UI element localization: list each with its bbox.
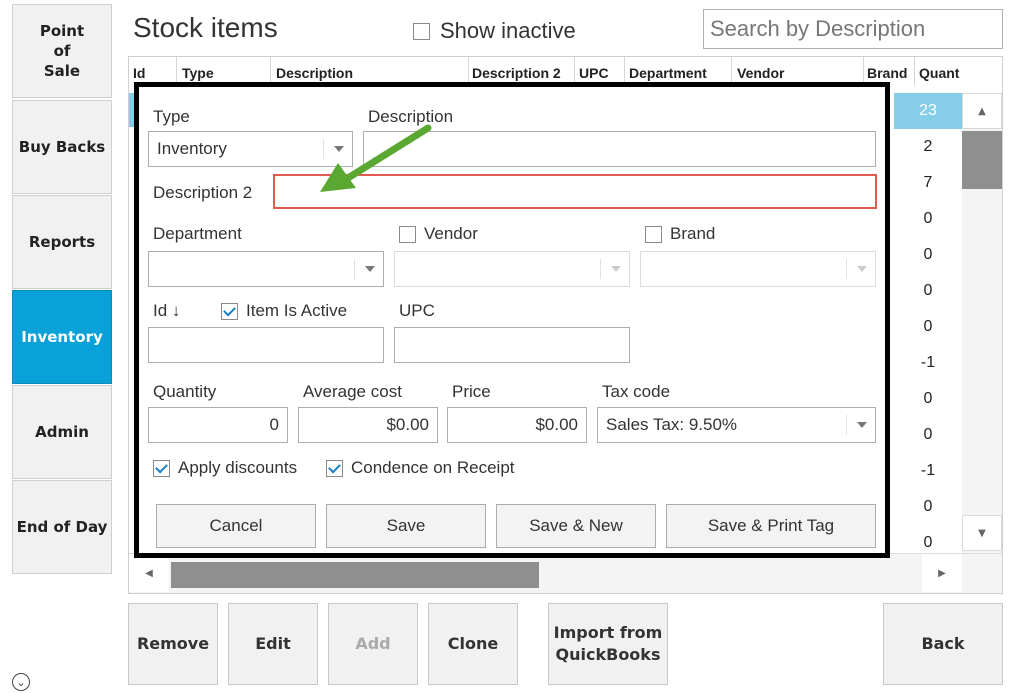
- tax-code-value: Sales Tax: 9.50%: [606, 415, 738, 434]
- brand-label: Brand: [670, 224, 716, 243]
- table-row-quantity[interactable]: 0: [894, 417, 962, 453]
- chevron-down-icon: [857, 266, 867, 272]
- remove-button[interactable]: Remove: [128, 603, 218, 685]
- department-label: Department: [153, 224, 242, 243]
- brand-checkbox[interactable]: [645, 225, 662, 243]
- apply-discounts-label: Apply discounts: [178, 458, 298, 477]
- table-row-quantity[interactable]: 0: [894, 489, 962, 525]
- condence-toggle[interactable]: Condence on Receipt: [326, 458, 515, 478]
- stock-item-form: Type Description Inventory Description 2…: [134, 82, 890, 558]
- horizontal-scroll-thumb[interactable]: [171, 562, 539, 588]
- table-row-quantity[interactable]: -1: [894, 345, 962, 381]
- cancel-button[interactable]: Cancel: [156, 504, 316, 548]
- description2-label: Description 2: [153, 183, 253, 202]
- table-row-quantity[interactable]: 0: [894, 381, 962, 417]
- condence-checkbox[interactable]: [326, 459, 343, 477]
- average-cost-label: Average cost: [303, 382, 402, 401]
- import-quickbooks-button[interactable]: Import from QuickBooks: [548, 603, 668, 685]
- table-row-quantity[interactable]: 0: [894, 201, 962, 237]
- brand-select[interactable]: [640, 251, 876, 287]
- upc-input[interactable]: [394, 327, 630, 363]
- upc-label: UPC: [399, 301, 435, 320]
- table-row-quantity[interactable]: 0: [894, 237, 962, 273]
- col-description[interactable]: Description: [276, 65, 353, 81]
- quantity-input[interactable]: 0: [148, 407, 288, 443]
- chevron-down-circle-icon[interactable]: ⌄: [12, 673, 30, 691]
- table-row-quantity[interactable]: 0: [894, 273, 962, 309]
- scroll-up-icon[interactable]: ▲: [962, 93, 1002, 129]
- chevron-down-icon: [611, 266, 621, 272]
- show-inactive-toggle[interactable]: Show inactive: [413, 18, 576, 44]
- nav-reports[interactable]: Reports: [12, 195, 112, 289]
- description2-input[interactable]: [273, 174, 877, 209]
- type-select[interactable]: Inventory: [148, 131, 353, 167]
- nav-admin[interactable]: Admin: [12, 385, 112, 479]
- col-description-2[interactable]: Description 2: [472, 65, 561, 81]
- nav-buy-backs[interactable]: Buy Backs: [12, 100, 112, 194]
- show-inactive-label: Show inactive: [440, 18, 576, 43]
- table-row-quantity[interactable]: 0: [894, 309, 962, 345]
- col-quantity[interactable]: Quant: [919, 65, 959, 81]
- quantity-label: Quantity: [153, 382, 217, 401]
- table-row-quantity[interactable]: -1: [894, 453, 962, 489]
- brand-toggle[interactable]: Brand: [645, 224, 715, 244]
- edit-button[interactable]: Edit: [228, 603, 318, 685]
- vertical-scroll-thumb[interactable]: [962, 131, 1002, 189]
- clone-button[interactable]: Clone: [428, 603, 518, 685]
- col-type[interactable]: Type: [182, 65, 214, 81]
- col-upc[interactable]: UPC: [579, 65, 609, 81]
- table-row-quantity[interactable]: 2: [894, 129, 962, 165]
- scroll-down-icon[interactable]: ▼: [962, 515, 1002, 551]
- col-vendor[interactable]: Vendor: [737, 65, 784, 81]
- vendor-label: Vendor: [424, 224, 478, 243]
- item-active-label: Item Is Active: [246, 301, 348, 320]
- chevron-down-icon: [857, 422, 867, 428]
- item-active-toggle[interactable]: Item Is Active: [221, 301, 347, 321]
- chevron-down-icon: [365, 266, 375, 272]
- scroll-right-icon[interactable]: ▶: [922, 554, 962, 592]
- nav-end-of-day[interactable]: End of Day: [12, 480, 112, 574]
- save-print-tag-button[interactable]: Save & Print Tag: [666, 504, 876, 548]
- show-inactive-checkbox[interactable]: [413, 22, 430, 40]
- nav-point-of-sale[interactable]: Point of Sale: [12, 4, 112, 98]
- price-label: Price: [452, 382, 491, 401]
- vendor-toggle[interactable]: Vendor: [399, 224, 478, 244]
- type-label: Type: [153, 107, 190, 126]
- back-button[interactable]: Back: [883, 603, 1003, 685]
- chevron-down-icon: [334, 146, 344, 152]
- save-button[interactable]: Save: [326, 504, 486, 548]
- condence-label: Condence on Receipt: [351, 458, 515, 477]
- price-input[interactable]: $0.00: [447, 407, 587, 443]
- description-label: Description: [368, 107, 454, 126]
- id-input[interactable]: [148, 327, 384, 363]
- tax-code-select[interactable]: Sales Tax: 9.50%: [597, 407, 876, 443]
- table-row-quantity[interactable]: 23: [894, 93, 962, 129]
- nav-inventory[interactable]: Inventory: [12, 290, 112, 384]
- search-input[interactable]: Search by Description: [703, 9, 1003, 49]
- vendor-checkbox[interactable]: [399, 225, 416, 243]
- table-row-quantity[interactable]: 7: [894, 165, 962, 201]
- tax-code-label: Tax code: [602, 382, 671, 401]
- col-brand[interactable]: Brand: [867, 65, 907, 81]
- table-header: Id Type Description Description 2 UPC De…: [129, 57, 1002, 85]
- id-label: Id ↓: [153, 301, 181, 320]
- scroll-left-icon[interactable]: ◀: [129, 554, 169, 592]
- average-cost-input[interactable]: $0.00: [298, 407, 438, 443]
- type-value: Inventory: [157, 139, 227, 158]
- col-department[interactable]: Department: [629, 65, 707, 81]
- save-new-button[interactable]: Save & New: [496, 504, 656, 548]
- add-button[interactable]: Add: [328, 603, 418, 685]
- apply-discounts-toggle[interactable]: Apply discounts: [153, 458, 297, 478]
- col-id[interactable]: Id: [133, 65, 145, 81]
- vertical-scrollbar[interactable]: ▲ ▼: [962, 93, 1002, 553]
- apply-discounts-checkbox[interactable]: [153, 459, 170, 477]
- horizontal-scrollbar[interactable]: ◀ ▶: [129, 553, 1002, 593]
- page-title: Stock items: [133, 12, 278, 43]
- department-select[interactable]: [148, 251, 384, 287]
- description-input[interactable]: [363, 131, 876, 167]
- vendor-select[interactable]: [394, 251, 630, 287]
- item-active-checkbox[interactable]: [221, 302, 238, 320]
